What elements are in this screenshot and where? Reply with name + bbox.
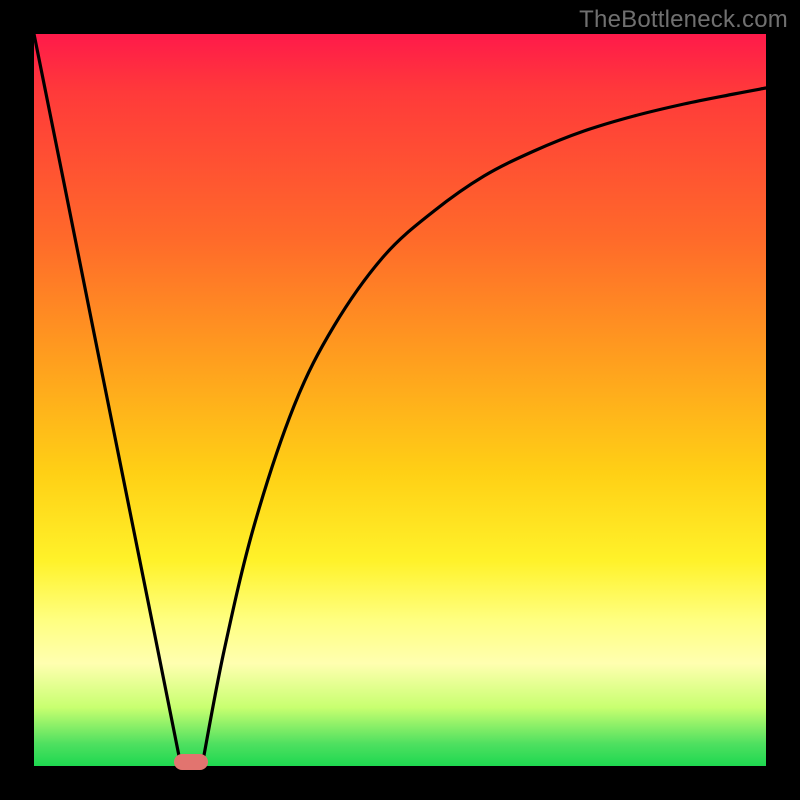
curve-group [34, 34, 766, 766]
min-marker [174, 754, 208, 770]
plot-area [34, 34, 766, 766]
chart-frame: TheBottleneck.com [0, 0, 800, 800]
curve-path [34, 34, 766, 766]
curve-svg [34, 34, 766, 766]
watermark-text: TheBottleneck.com [579, 6, 788, 34]
